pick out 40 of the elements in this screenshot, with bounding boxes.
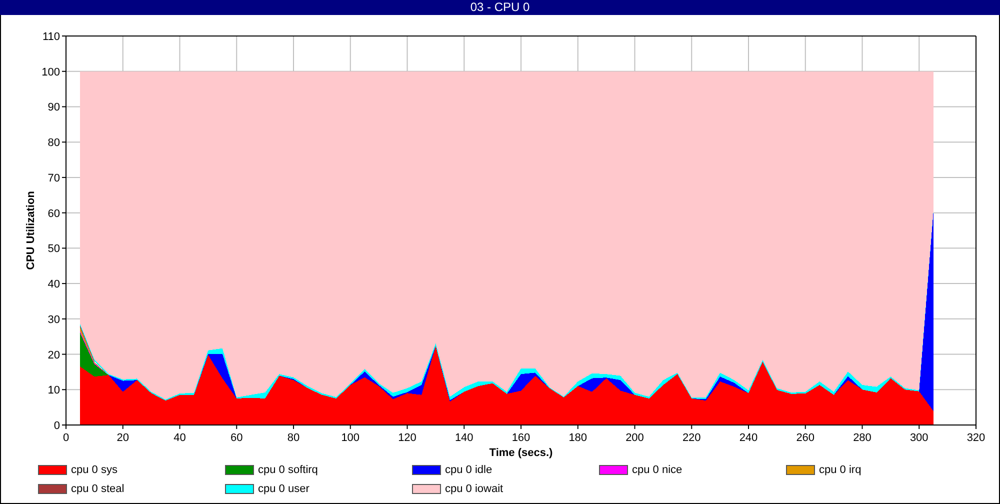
legend-label: cpu 0 user xyxy=(258,483,310,495)
axis-title: CPU Utilization xyxy=(25,191,37,270)
tick-label: 40 xyxy=(48,278,60,291)
tick-label: 60 xyxy=(230,432,243,444)
tick-label: 0 xyxy=(54,420,60,432)
tick-label: 100 xyxy=(42,66,60,78)
tick-label: 20 xyxy=(116,432,129,444)
tick-label: 90 xyxy=(48,102,60,114)
legend-label: cpu 0 sys xyxy=(71,464,118,476)
tick-label: 10 xyxy=(48,384,60,397)
tick-label: 80 xyxy=(287,432,300,444)
legend-label: cpu 0 steal xyxy=(71,483,124,495)
tick-label: 80 xyxy=(48,137,60,150)
tick-label: 260 xyxy=(796,432,815,444)
tick-label: 280 xyxy=(853,432,872,444)
tick-label: 0 xyxy=(62,432,70,444)
tick-label: 40 xyxy=(174,432,186,444)
window-title: 03 - CPU 0 xyxy=(470,0,530,14)
tick-label: 120 xyxy=(398,432,416,444)
tick-label: 20 xyxy=(48,349,60,362)
tick-label: 110 xyxy=(42,31,60,43)
legend-label: cpu 0 softirq xyxy=(258,464,318,476)
legend-label: cpu 0 iowait xyxy=(445,483,504,495)
tick-label: 200 xyxy=(626,432,644,444)
tick-label: 60 xyxy=(48,208,60,220)
tick-label: 100 xyxy=(341,432,360,444)
tick-label: 180 xyxy=(568,432,588,444)
tick-label: 50 xyxy=(48,243,60,256)
tick-label: 70 xyxy=(48,172,60,184)
tick-label: 30 xyxy=(48,314,60,326)
legend-label: cpu 0 idle xyxy=(445,464,492,476)
tick-label: 160 xyxy=(512,432,530,444)
tick-label: 320 xyxy=(966,432,986,444)
tick-label: 240 xyxy=(739,432,758,444)
legend-label: cpu 0 irq xyxy=(819,464,862,476)
axis-title: Time (secs.) xyxy=(489,447,553,459)
tick-label: 140 xyxy=(454,432,474,444)
legend-label: cpu 0 nice xyxy=(632,464,682,476)
tick-label: 300 xyxy=(910,432,928,444)
tick-label: 220 xyxy=(682,432,701,444)
